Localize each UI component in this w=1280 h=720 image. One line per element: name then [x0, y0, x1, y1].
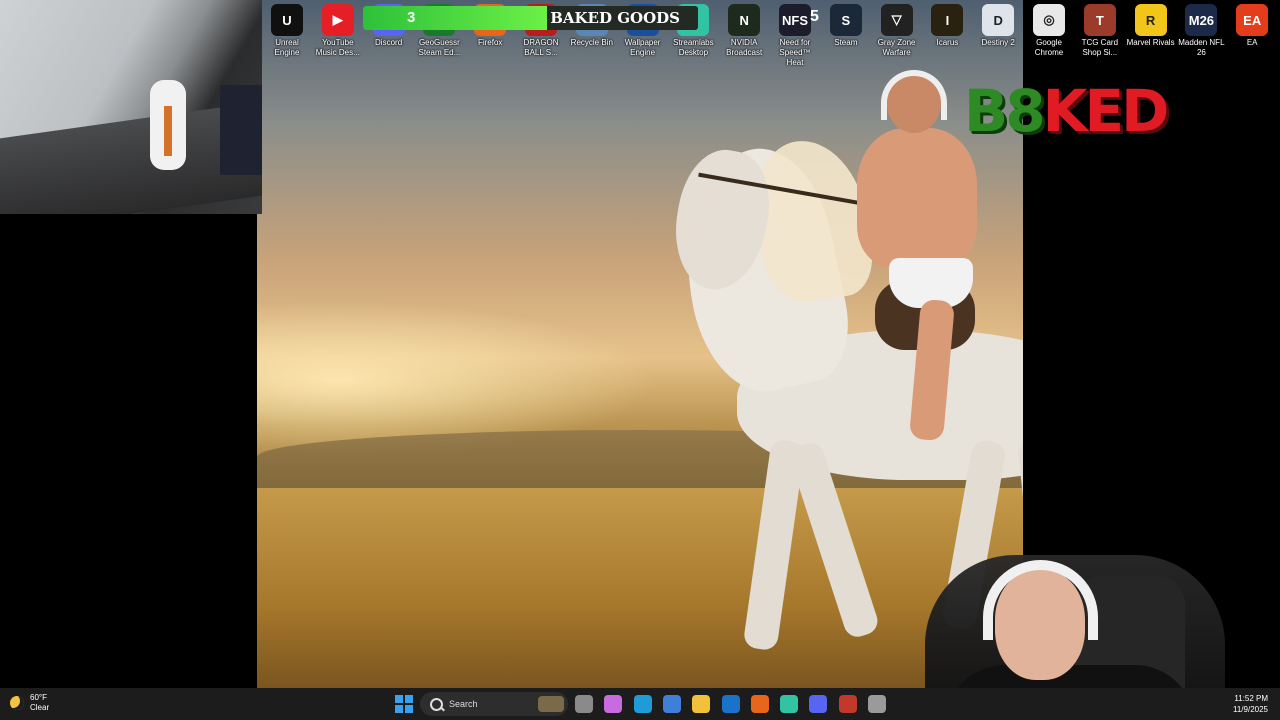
desktop-icon[interactable]: I Icarus — [922, 4, 972, 48]
overlay-badge-count: 5 — [810, 8, 819, 25]
desktop-icon[interactable]: S Steam — [821, 4, 871, 48]
desktop-icon[interactable]: M26 Madden NFL 26 — [1176, 4, 1226, 58]
app-icon: I — [931, 4, 964, 36]
desktop-icon-label: YouTube Music Des... — [315, 38, 360, 57]
desktop-icon-label: Icarus — [936, 38, 959, 47]
desktop-icon[interactable]: N NVIDIA Broadcast — [719, 4, 769, 58]
headset-icon — [983, 560, 1098, 640]
streamlabs-icon[interactable] — [780, 695, 799, 713]
desktop-icon[interactable]: T TCG Card Shop Si... — [1075, 4, 1125, 58]
desktop-icon[interactable]: R Marvel Rivals — [1126, 4, 1176, 48]
cam-figurine — [150, 80, 186, 170]
discord-icon[interactable] — [809, 695, 828, 713]
desktop-icon-label: Gray Zone Warfare — [877, 38, 916, 57]
app-icon: T — [1083, 4, 1116, 36]
desktop-icon-label: NVIDIA Broadcast — [726, 38, 763, 57]
tcg-icon[interactable] — [838, 695, 857, 713]
stream-goal-count: 3 — [407, 9, 416, 26]
app-icon: U — [271, 4, 303, 36]
search-highlight-image — [538, 696, 564, 712]
desktop-icon-label: Streamlabs Desktop — [673, 38, 714, 57]
clock-date: 11/9/2025 — [1233, 705, 1268, 714]
stream-goal-bar: 3 BAKED GOODS — [363, 6, 698, 30]
search-placeholder: Search — [449, 699, 478, 709]
desktop-icon[interactable]: ▶ YouTube Music Des... — [313, 4, 363, 58]
app-icon: ◎ — [1033, 4, 1065, 36]
firefox-icon[interactable] — [750, 695, 769, 713]
task-view-icon[interactable] — [575, 695, 593, 713]
stream-goal-title: BAKED GOODS — [550, 9, 680, 27]
taskbar-search[interactable]: Search — [420, 692, 568, 716]
app-icon: R — [1134, 4, 1167, 36]
cam-pc-tower — [220, 85, 262, 175]
desktop-icon-label: Madden NFL 26 — [1178, 38, 1225, 57]
file-explorer-icon[interactable] — [692, 695, 711, 713]
desktop-icon-label: DRAGON BALL S... — [523, 38, 559, 57]
headphones-icon — [881, 70, 947, 120]
desktop-icon[interactable]: D Destiny 2 — [973, 4, 1023, 48]
app-icon: ▶ — [321, 4, 354, 36]
desktop-icon-label: Marvel Rivals — [1126, 38, 1175, 47]
clock-time: 11:52 PM — [1234, 694, 1268, 703]
desktop-icon-label: Google Chrome — [1034, 38, 1064, 57]
desktop-icon-label: Recycle Bin — [570, 38, 613, 47]
app-icon: M26 — [1185, 4, 1218, 36]
weather-widget[interactable]: 60°F Clear — [10, 693, 49, 713]
desktop-icon-label: Firefox — [477, 38, 503, 47]
weather-condition: Clear — [30, 703, 50, 712]
desktop-icon-label: TCG Card Shop Si... — [1081, 38, 1119, 57]
desktop-icon[interactable]: EA EA — [1227, 4, 1277, 48]
app-icon: N — [728, 4, 761, 36]
system-clock[interactable]: 11:52 PM 11/9/2025 — [1233, 693, 1268, 715]
logo-part-1: B8 — [964, 77, 1046, 145]
baked-logo: B8KED — [964, 78, 1210, 144]
desktop-icon-label: Wallpaper Engine — [624, 38, 661, 57]
weather-temp: 60°F — [30, 693, 47, 702]
moon-icon — [10, 696, 24, 710]
desktop-icon[interactable]: ◎ Google Chrome — [1024, 4, 1074, 58]
app-icon: ▽ — [880, 4, 913, 36]
app-icon: S — [829, 4, 862, 36]
webcam-feed-room — [0, 0, 262, 214]
stream-goal-bar-fill — [363, 6, 548, 30]
app-icon: D — [982, 4, 1015, 36]
desktop-icon-label: Discord — [375, 38, 403, 47]
desktop-icon-label: Steam — [834, 38, 858, 47]
logo-part-2: KED — [1042, 77, 1170, 145]
desktop-icon-label: EA — [1246, 38, 1258, 47]
desktop-icon-label: Need for Speed™ Heat — [779, 38, 811, 67]
search-icon — [430, 697, 443, 711]
edge-icon[interactable] — [633, 695, 652, 713]
desktop-icon[interactable]: U Unreal Engine — [262, 4, 312, 58]
desktop-icon-label: Destiny 2 — [981, 38, 1015, 47]
desktop-icon-label: Unreal Engine — [274, 38, 300, 57]
settings-icon[interactable] — [868, 695, 886, 713]
desktop-icon-label: GeoGuessr Steam Ed... — [418, 38, 461, 57]
wallpaper-field — [257, 488, 1023, 688]
app-icon: EA — [1236, 4, 1269, 36]
windows-start-icon[interactable] — [395, 695, 413, 713]
store-icon[interactable] — [662, 695, 681, 713]
taskbar: 60°F Clear Search 11:52 PM 11/9/2025 — [0, 688, 1280, 720]
desktop-wallpaper — [257, 0, 1023, 688]
desktop-icon[interactable]: ▽ Gray Zone Warfare — [872, 4, 922, 58]
app-icon: NFS — [779, 4, 811, 36]
rider-torso — [857, 128, 977, 268]
copilot-icon[interactable] — [604, 695, 623, 713]
outlook-icon[interactable] — [721, 695, 740, 713]
